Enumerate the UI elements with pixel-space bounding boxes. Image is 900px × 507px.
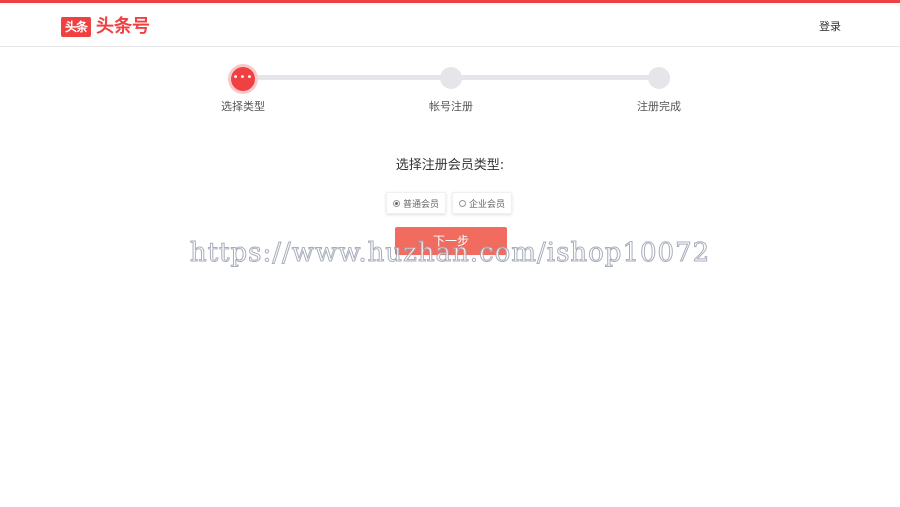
step-node-3 bbox=[648, 67, 670, 89]
member-type-prompt: 选择注册会员类型: bbox=[395, 158, 505, 173]
ellipsis-icon: ••• bbox=[232, 71, 254, 83]
step-node-2 bbox=[440, 67, 462, 89]
step-node-1-active: ••• bbox=[231, 67, 255, 91]
step-progress: ••• 选择类型 帐号注册 注册完成 bbox=[0, 0, 900, 120]
next-step-button[interactable]: 下一步 bbox=[395, 227, 507, 255]
option-label: 普通会员 bbox=[403, 199, 440, 210]
step-label-select-type: 选择类型 bbox=[221, 100, 265, 113]
radio-unchecked-icon[interactable] bbox=[459, 199, 467, 207]
member-type-options: 普通会员 企业会员 bbox=[386, 192, 513, 214]
step-label-account-register: 帐号注册 bbox=[429, 100, 473, 113]
radio-checked-icon[interactable] bbox=[393, 199, 400, 207]
option-regular-member[interactable]: 普通会员 bbox=[386, 192, 447, 214]
step-label-register-complete: 注册完成 bbox=[637, 100, 681, 113]
option-enterprise-member[interactable]: 企业会员 bbox=[452, 192, 513, 214]
option-label: 企业会员 bbox=[469, 199, 506, 210]
